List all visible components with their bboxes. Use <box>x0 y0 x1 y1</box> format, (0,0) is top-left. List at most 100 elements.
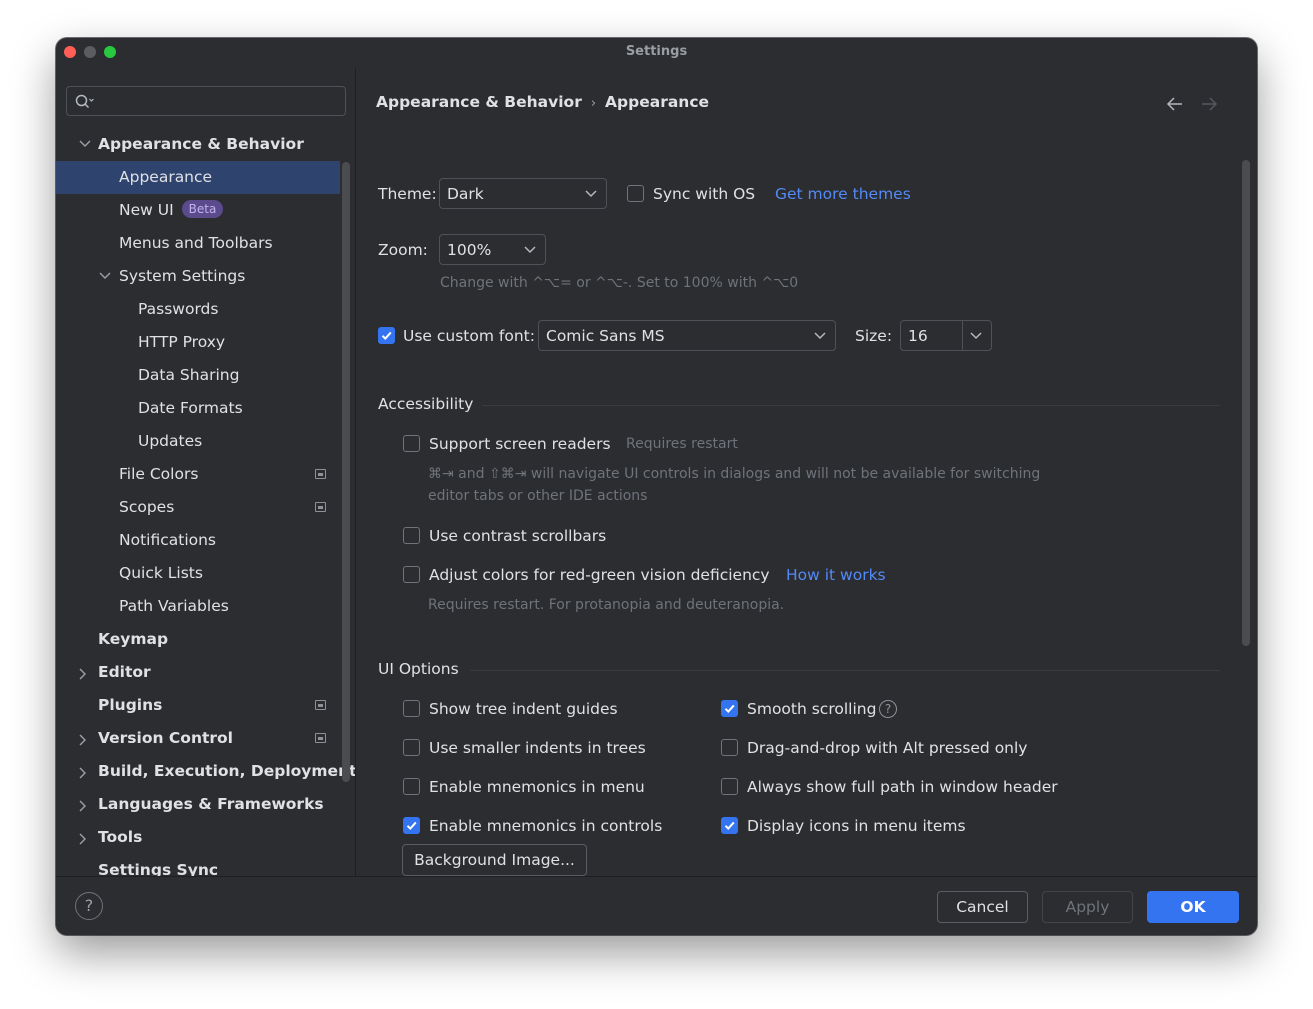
use-smaller-indents-in-trees-label[interactable]: Use smaller indents in trees <box>429 739 646 757</box>
chevron-right-icon[interactable] <box>78 656 92 689</box>
forward-arrow-icon[interactable] <box>1199 94 1219 114</box>
always-show-full-path-in-window-header-checkbox[interactable] <box>721 778 738 795</box>
sidebar-item-new-ui[interactable]: New UI Beta <box>56 194 340 227</box>
sidebar-item-label: Build, Execution, Deployment <box>98 755 355 788</box>
how-it-works-link[interactable]: How it works <box>786 566 886 584</box>
chevron-down-icon[interactable] <box>78 128 92 161</box>
sidebar-scrollbar[interactable] <box>342 162 350 782</box>
support-screen-readers-label[interactable]: Support screen readers <box>429 435 611 453</box>
cancel-button[interactable]: Cancel <box>937 891 1028 923</box>
sidebar-item-text: Date Formats <box>138 399 243 417</box>
sidebar-item-text: Notifications <box>119 531 217 549</box>
background-image-button[interactable]: Background Image... <box>402 844 587 876</box>
theme-dropdown[interactable]: Dark <box>439 178 607 209</box>
sidebar-item-build-execution-deployment[interactable]: Build, Execution, Deployment <box>56 755 355 788</box>
use-custom-font-label[interactable]: Use custom font: <box>403 327 535 345</box>
sidebar-item-appearance[interactable]: Appearance <box>56 161 340 194</box>
sidebar-item-languages-frameworks[interactable]: Languages & Frameworks <box>56 788 340 821</box>
get-more-themes-link[interactable]: Get more themes <box>775 185 911 203</box>
sync-with-os-checkbox[interactable] <box>627 185 644 202</box>
project-level-icon <box>315 733 326 743</box>
sync-with-os-label[interactable]: Sync with OS <box>653 185 755 203</box>
help-icon[interactable]: ? <box>75 892 103 920</box>
font-size-combo[interactable]: 16 <box>900 320 992 351</box>
sidebar-item-text: Menus and Toolbars <box>119 234 273 252</box>
color-deficiency-checkbox[interactable] <box>403 566 420 583</box>
sidebar-item-version-control[interactable]: Version Control <box>56 722 340 755</box>
contrast-scrollbars-label[interactable]: Use contrast scrollbars <box>429 527 606 545</box>
zoom-hint: Change with ^⌥= or ^⌥-. Set to 100% with… <box>440 275 799 291</box>
screen-readers-description: ⌘⇥ and ⇧⌘⇥ will navigate UI controls in … <box>428 466 1041 482</box>
sidebar-item-quick-lists[interactable]: Quick Lists <box>56 557 340 590</box>
sidebar-item-appearance-behavior[interactable]: Appearance & Behavior <box>56 128 340 161</box>
use-smaller-indents-in-trees-checkbox[interactable] <box>403 739 420 756</box>
chevron-right-icon[interactable] <box>78 788 92 821</box>
font-size-value[interactable]: 16 <box>908 327 928 345</box>
use-custom-font-checkbox[interactable] <box>378 327 395 344</box>
font-dropdown[interactable]: Comic Sans MS <box>538 320 836 351</box>
section-divider <box>482 405 1220 406</box>
sidebar-item-text: System Settings <box>119 267 246 285</box>
display-icons-in-menu-items-label[interactable]: Display icons in menu items <box>747 817 966 835</box>
sidebar-item-label: Date Formats <box>138 392 243 425</box>
contrast-scrollbars-checkbox[interactable] <box>403 527 420 544</box>
sidebar-item-scopes[interactable]: Scopes <box>56 491 340 524</box>
enable-mnemonics-in-controls-label[interactable]: Enable mnemonics in controls <box>429 817 662 835</box>
sidebar-item-date-formats[interactable]: Date Formats <box>56 392 340 425</box>
title-bar: Settings <box>56 38 1257 68</box>
show-tree-indent-guides-label[interactable]: Show tree indent guides <box>429 700 618 718</box>
panel-scrollbar[interactable] <box>1242 160 1250 646</box>
sidebar-item-system-settings[interactable]: System Settings <box>56 260 340 293</box>
screen-readers-description-line2: editor tabs or other IDE actions <box>428 488 648 504</box>
font-value: Comic Sans MS <box>546 327 665 345</box>
sidebar-item-updates[interactable]: Updates <box>56 425 340 458</box>
zoom-dropdown[interactable]: 100% <box>439 234 546 265</box>
checkmark-icon <box>724 821 735 831</box>
settings-sidebar: Appearance & Behavior Appearance New UI Bet… <box>56 68 356 876</box>
sidebar-item-label: Languages & Frameworks <box>98 788 324 821</box>
drag-and-drop-with-alt-pressed-only-label[interactable]: Drag-and-drop with Alt pressed only <box>747 739 1027 757</box>
show-tree-indent-guides-checkbox[interactable] <box>403 700 420 717</box>
sidebar-item-path-variables[interactable]: Path Variables <box>56 590 340 623</box>
apply-button[interactable]: Apply <box>1042 891 1133 923</box>
checkmark-icon <box>406 821 417 831</box>
chevron-right-icon[interactable] <box>78 755 92 788</box>
sidebar-item-menus-and-toolbars[interactable]: Menus and Toolbars <box>56 227 340 260</box>
enable-mnemonics-in-controls-checkbox[interactable] <box>403 817 420 834</box>
sidebar-item-http-proxy[interactable]: HTTP Proxy <box>56 326 340 359</box>
always-show-full-path-in-window-header-label[interactable]: Always show full path in window header <box>747 778 1058 796</box>
breadcrumb-parent[interactable]: Appearance & Behavior <box>376 93 582 111</box>
sidebar-item-text: Data Sharing <box>138 366 240 384</box>
sidebar-item-passwords[interactable]: Passwords <box>56 293 340 326</box>
sidebar-item-file-colors[interactable]: File Colors <box>56 458 340 491</box>
smooth-scrolling-checkbox[interactable] <box>721 700 738 717</box>
support-screen-readers-checkbox[interactable] <box>403 435 420 452</box>
chevron-right-icon[interactable] <box>78 722 92 755</box>
sidebar-item-label: HTTP Proxy <box>138 326 225 359</box>
sidebar-item-notifications[interactable]: Notifications <box>56 524 340 557</box>
display-icons-in-menu-items-checkbox[interactable] <box>721 817 738 834</box>
sidebar-item-editor[interactable]: Editor <box>56 656 340 689</box>
smooth-scrolling-label[interactable]: Smooth scrolling <box>747 700 876 718</box>
sidebar-item-text: Appearance <box>119 168 213 186</box>
sidebar-item-tools[interactable]: Tools <box>56 821 340 854</box>
sidebar-item-data-sharing[interactable]: Data Sharing <box>56 359 340 392</box>
requires-restart-hint: Requires restart <box>626 436 738 452</box>
ok-button[interactable]: OK <box>1147 891 1239 923</box>
settings-search-input[interactable] <box>66 86 346 116</box>
sidebar-item-keymap[interactable]: Keymap <box>56 623 340 656</box>
chevron-down-icon[interactable] <box>970 332 982 340</box>
chevron-down-icon[interactable] <box>98 260 112 293</box>
enable-mnemonics-in-menu-label[interactable]: Enable mnemonics in menu <box>429 778 645 796</box>
back-arrow-icon[interactable] <box>1165 94 1185 114</box>
sidebar-item-plugins[interactable]: Plugins <box>56 689 340 722</box>
color-deficiency-label[interactable]: Adjust colors for red-green vision defic… <box>429 566 770 584</box>
chevron-right-icon[interactable] <box>78 821 92 854</box>
sidebar-item-settings-sync[interactable]: Settings Sync <box>56 854 340 876</box>
sidebar-item-text: Editor <box>98 663 151 681</box>
help-icon[interactable]: ? <box>879 700 897 718</box>
project-level-icon <box>315 700 326 710</box>
enable-mnemonics-in-menu-checkbox[interactable] <box>403 778 420 795</box>
sidebar-item-text: Appearance & Behavior <box>98 135 304 153</box>
drag-and-drop-with-alt-pressed-only-checkbox[interactable] <box>721 739 738 756</box>
